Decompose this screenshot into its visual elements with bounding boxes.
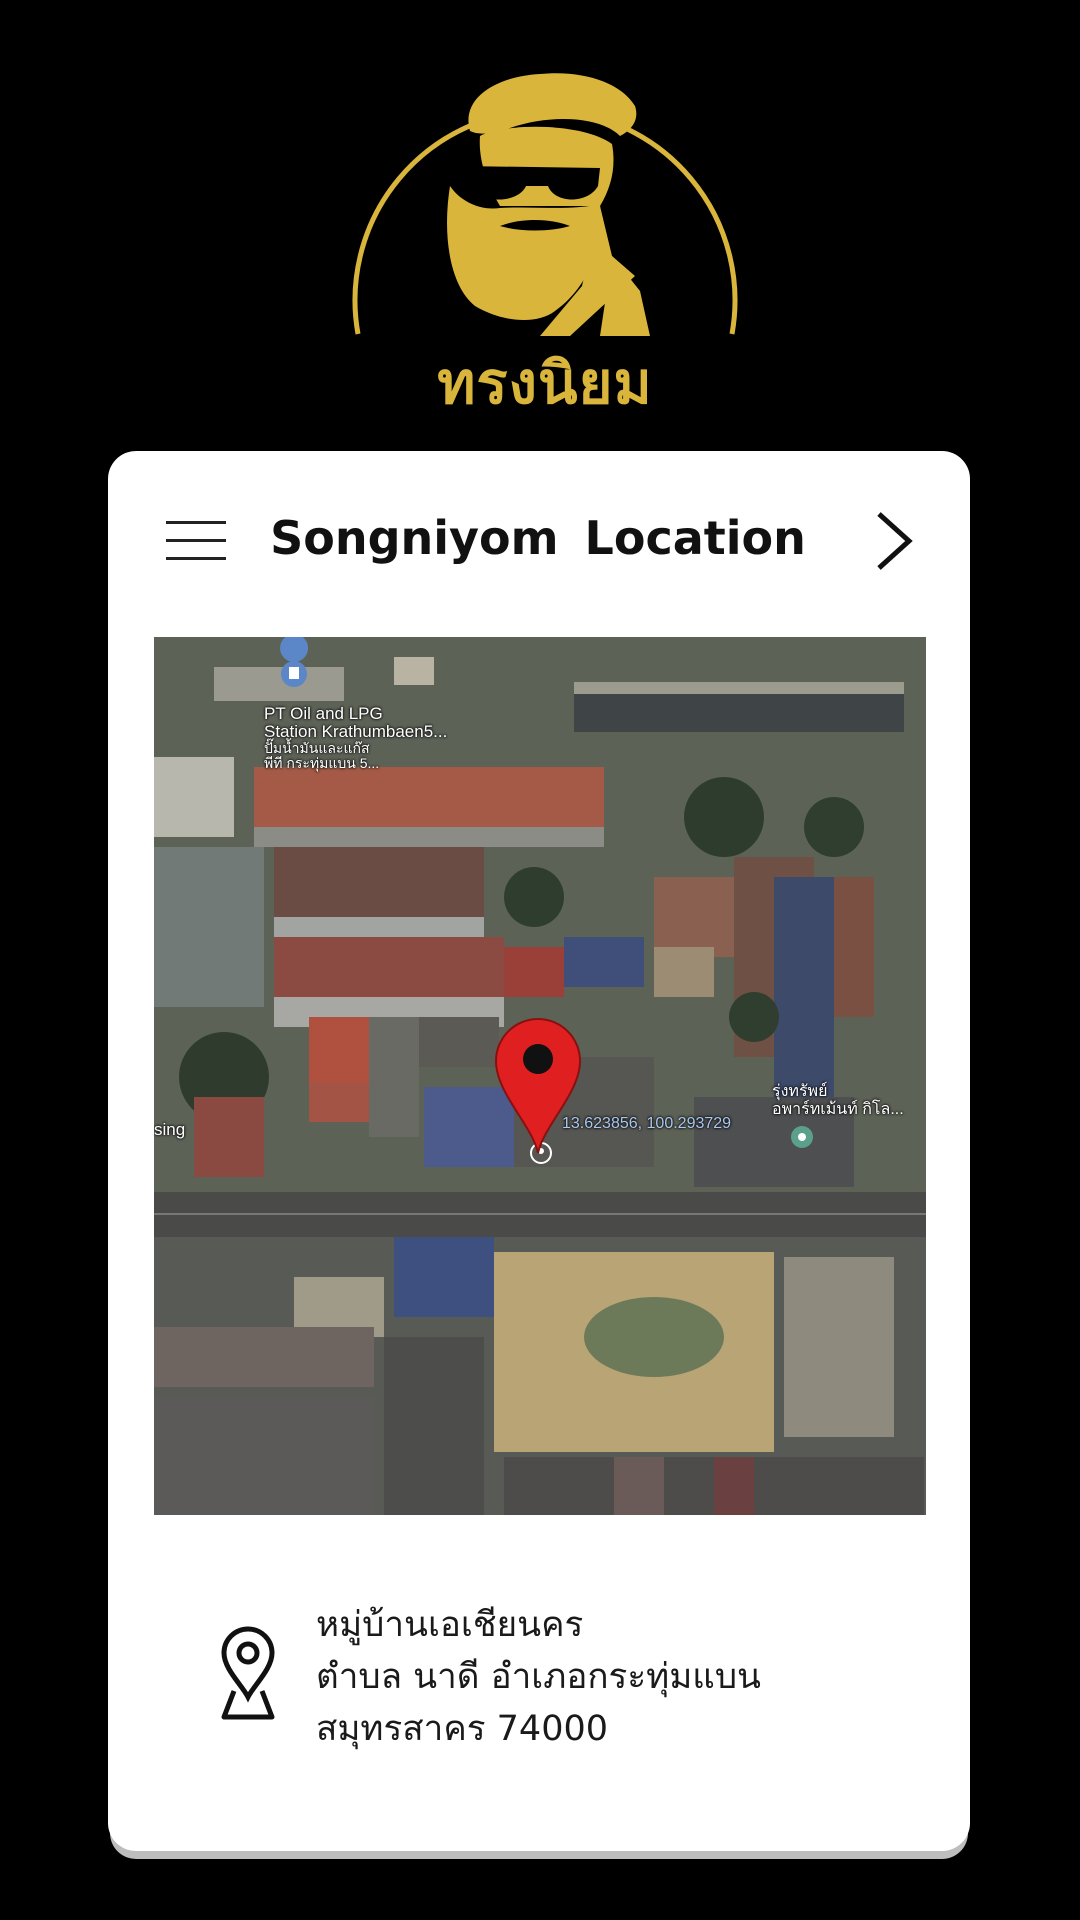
brand-logo: ทรงนิยม <box>350 36 740 417</box>
map-pin-icon[interactable] <box>492 1015 584 1155</box>
coordinates-label: 13.623856, 100.293729 <box>562 1115 732 1132</box>
location-card: Songniyom Location PT Oil and LPG Statio… <box>108 451 970 1851</box>
gas-station-label-line: ปั๊มน้ำมันและแก๊ส <box>264 740 370 756</box>
page-title: Songniyom Location <box>270 511 806 565</box>
address-line: หมู่บ้านเอเชียนคร <box>316 1605 584 1645</box>
apartment-label: รุ่งทรัพย์ อพาร์ทเม้นท์ กิโล... <box>772 1083 904 1119</box>
barber-logo-icon <box>352 73 738 336</box>
gas-station-label-line: Station Krathumbaen5... <box>264 722 448 741</box>
brand-logo-text: ทรงนิยม <box>437 349 653 417</box>
apartment-label-line: รุ่งทรัพย์ <box>772 1083 828 1100</box>
address-line: สมุทรสาคร 74000 <box>316 1709 608 1749</box>
gas-station-label-line: พีที กระทุ่มแบน 5... <box>264 755 380 771</box>
gas-station-label-line: PT Oil and LPG <box>264 704 383 723</box>
hamburger-menu-icon[interactable] <box>166 521 226 561</box>
address-block: หมู่บ้านเอเชียนคร ตำบล นาดี อำเภอกระทุ่ม… <box>316 1599 916 1755</box>
location-pin-icon <box>218 1625 278 1721</box>
address-line: ตำบล นาดี อำเภอกระทุ่มแบน <box>316 1657 761 1697</box>
map-edge-label: sing <box>154 1120 186 1139</box>
satellite-map[interactable]: PT Oil and LPG Station Krathumbaen5... ป… <box>154 637 926 1515</box>
chevron-right-icon[interactable] <box>863 506 923 576</box>
gas-station-label: PT Oil and LPG Station Krathumbaen5... ป… <box>264 705 447 771</box>
apartment-label-line: อพาร์ทเม้นท์ กิโล... <box>772 1101 904 1118</box>
